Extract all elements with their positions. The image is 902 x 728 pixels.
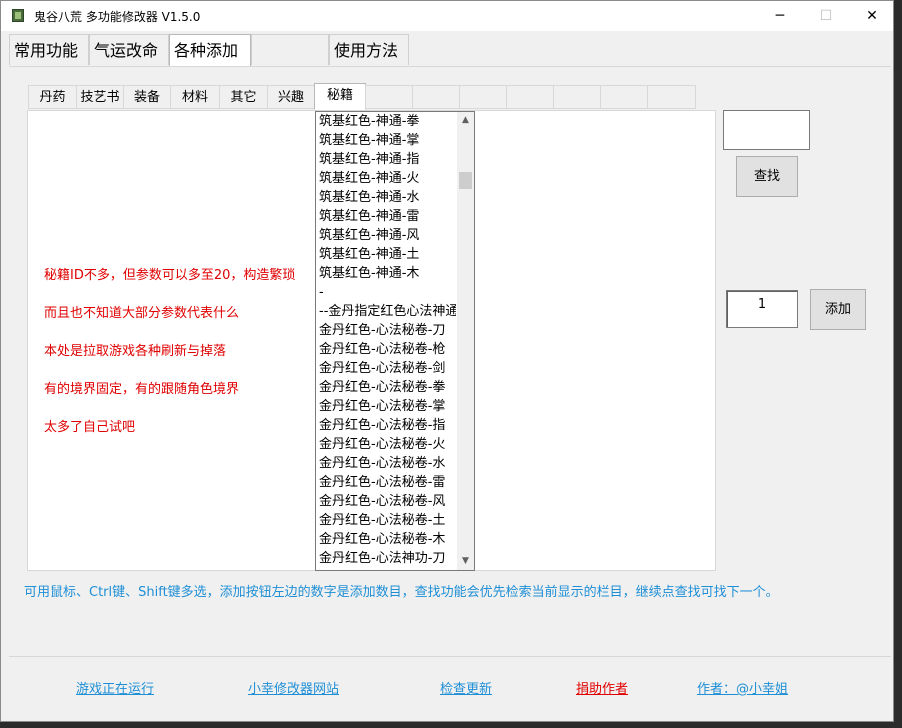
tab-blank[interactable]	[251, 34, 329, 65]
check-update-link[interactable]: 检查更新	[440, 678, 492, 697]
list-item[interactable]: 筑基红色-神通-拳	[316, 112, 456, 131]
minimize-button[interactable]: ─	[757, 1, 803, 31]
donate-link[interactable]: 捐助作者	[576, 678, 628, 697]
secret-book-listbox[interactable]: 筑基红色-神通-拳 筑基红色-神通-掌 筑基红色-神通-指 筑基红色-神通-火 筑基红色…	[315, 111, 475, 571]
title-bar[interactable]: 鬼谷八荒 多功能修改器 V1.5.0 ─ ☐ ✕	[1, 1, 893, 31]
list-item[interactable]: 筑基红色-神通-木	[316, 264, 456, 283]
list-item[interactable]: 金丹红色-心法秘卷-指	[316, 416, 456, 435]
game-status-link[interactable]: 游戏正在运行	[76, 678, 154, 697]
list-item[interactable]: 筑基红色-神通-土	[316, 245, 456, 264]
add-button[interactable]: 添加	[810, 289, 866, 330]
search-button[interactable]: 查找	[736, 156, 798, 197]
website-link[interactable]: 小幸修改器网站	[248, 678, 339, 697]
app-window: 鬼谷八荒 多功能修改器 V1.5.0 ─ ☐ ✕ 常用功能 气运改命 各种添加 …	[0, 0, 894, 722]
main-tab-bar: 常用功能 气运改命 各种添加 使用方法	[9, 34, 889, 67]
list-item[interactable]: 筑基红色-神通-风	[316, 226, 456, 245]
tab-add-items[interactable]: 各种添加	[169, 34, 251, 67]
list-item[interactable]: -	[316, 283, 456, 302]
list-item[interactable]: 金丹红色-心法秘卷-风	[316, 492, 456, 511]
scroll-thumb[interactable]	[459, 172, 472, 189]
subtab-others[interactable]: 其它	[219, 85, 268, 109]
note-line: 秘籍ID不多，但参数可以多至20，构造繁琐	[44, 268, 296, 283]
list-item[interactable]: 金丹红色-心法秘卷-剑	[316, 359, 456, 378]
subtab-empty	[647, 85, 696, 109]
usage-hint: 可用鼠标、Ctrl键、Shift键多选，添加按钮左边的数字是添加数目，查找功能会…	[24, 585, 779, 600]
list-item[interactable]: 金丹红色-心法神功-刀	[316, 549, 456, 568]
subtab-empty	[506, 85, 554, 109]
list-item[interactable]: 金丹红色-心法秘卷-拳	[316, 378, 456, 397]
subtab-pills[interactable]: 丹药	[28, 85, 77, 109]
list-item[interactable]: 筑基红色-神通-指	[316, 150, 456, 169]
maximize-button: ☐	[819, 8, 833, 24]
subtab-empty	[412, 85, 460, 109]
subtab-materials[interactable]: 材料	[170, 85, 220, 109]
list-item[interactable]: 金丹红色-心法秘卷-雷	[316, 473, 456, 492]
list-item[interactable]: 金丹红色-心法秘卷-刀	[316, 321, 456, 340]
list-items-container: 筑基红色-神通-拳 筑基红色-神通-掌 筑基红色-神通-指 筑基红色-神通-火 筑基红色…	[316, 112, 474, 568]
tab-common[interactable]: 常用功能	[9, 34, 89, 65]
listbox-scrollbar[interactable]: ▲ ▼	[457, 112, 474, 570]
subtab-empty	[365, 85, 413, 109]
list-item[interactable]: 金丹红色-心法秘卷-木	[316, 530, 456, 549]
list-item[interactable]: --金丹指定红色心法神通	[316, 302, 456, 321]
author-link[interactable]: 作者：@小幸姐	[697, 678, 788, 697]
subtab-empty	[600, 85, 648, 109]
app-icon	[12, 9, 24, 22]
list-item[interactable]: 金丹红色-心法秘卷-枪	[316, 340, 456, 359]
list-item[interactable]: 金丹红色-心法秘卷-火	[316, 435, 456, 454]
list-item[interactable]: 筑基红色-神通-水	[316, 188, 456, 207]
note-line: 本处是拉取游戏各种刷新与掉落	[44, 344, 227, 359]
footer-divider	[9, 656, 891, 657]
secret-books-content: 秘籍ID不多，但参数可以多至20，构造繁琐 而且也不知道大部分参数代表什么 本处…	[27, 110, 716, 571]
list-item[interactable]: 筑基红色-神通-雷	[316, 207, 456, 226]
search-input[interactable]	[723, 110, 810, 150]
add-items-panel: 丹药 技艺书 装备 材料 其它 兴趣 秘籍 秘籍ID不多，但参数可以多至20，构…	[9, 66, 891, 656]
tab-usage[interactable]: 使用方法	[329, 34, 409, 65]
desktop-edge	[894, 0, 902, 728]
note-line: 有的境界固定，有的跟随角色境界	[44, 382, 240, 397]
scroll-down-icon[interactable]: ▼	[457, 553, 474, 570]
subtab-empty	[459, 85, 507, 109]
subtab-interests[interactable]: 兴趣	[267, 85, 315, 109]
desktop-edge	[0, 722, 902, 728]
note-line: 太多了自己试吧	[44, 420, 136, 435]
quantity-input[interactable]: 1	[726, 290, 798, 328]
note-line: 而且也不知道大部分参数代表什么	[44, 306, 240, 321]
list-item[interactable]: 金丹红色-心法秘卷-水	[316, 454, 456, 473]
window-title: 鬼谷八荒 多功能修改器 V1.5.0	[34, 10, 201, 24]
subtab-empty	[553, 85, 601, 109]
subtab-equipment[interactable]: 装备	[123, 85, 171, 109]
list-item[interactable]: 金丹红色-心法秘卷-掌	[316, 397, 456, 416]
list-item[interactable]: 筑基红色-神通-掌	[316, 131, 456, 150]
subtab-secret-books[interactable]: 秘籍	[314, 83, 366, 110]
scroll-up-icon[interactable]: ▲	[457, 112, 474, 129]
list-item[interactable]: 筑基红色-神通-火	[316, 169, 456, 188]
close-button[interactable]: ✕	[849, 1, 893, 31]
list-item[interactable]: 金丹红色-心法秘卷-土	[316, 511, 456, 530]
tab-fortune[interactable]: 气运改命	[89, 34, 169, 65]
subtab-skill-books[interactable]: 技艺书	[76, 85, 124, 109]
